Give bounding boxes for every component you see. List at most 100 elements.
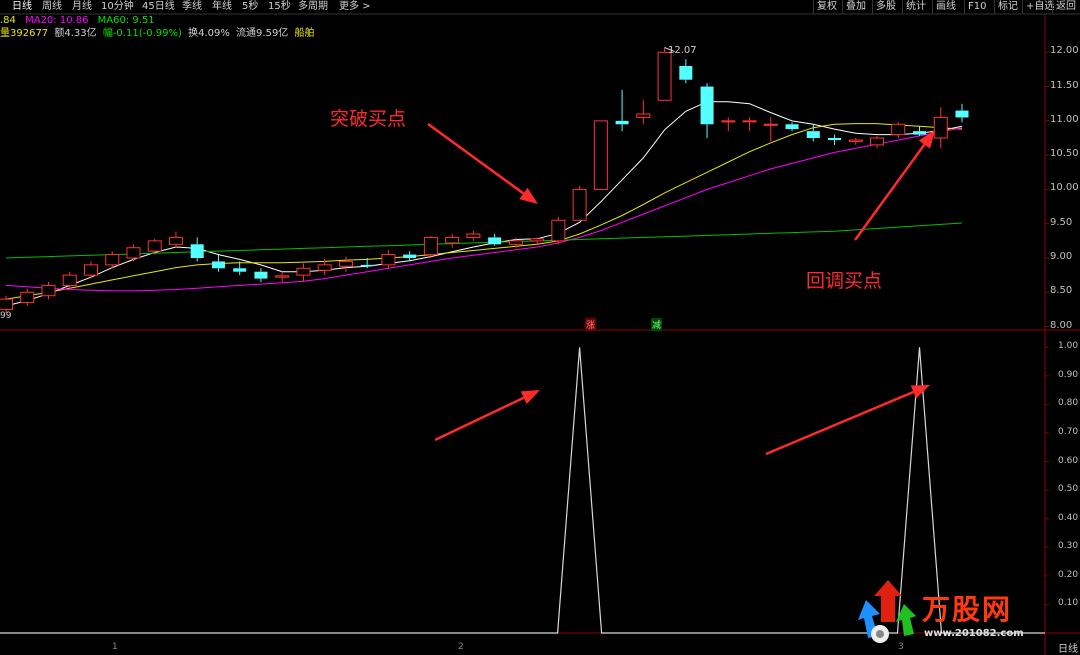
pullback-arrow <box>853 130 935 241</box>
stock-info-row: 量392677 额4.33亿 幅-0.11(-0.99%) 换4.09% 流通9… <box>0 28 315 40</box>
high-price-label: 12.07 <box>668 45 697 56</box>
indicator-tick-label: 0.60 <box>1058 455 1079 466</box>
tab-weekly[interactable]: 周线 <box>42 0 62 14</box>
tab-quarterly[interactable]: 季线 <box>182 0 202 14</box>
candle <box>338 256 353 272</box>
candle <box>572 186 587 221</box>
turnover-value: 换4.09% <box>188 28 230 39</box>
breakout-buy-label: 突破买点 <box>330 108 407 130</box>
candle-body <box>742 120 757 123</box>
ma-line-ma120 <box>5 222 963 259</box>
tab-monthly[interactable]: 月线 <box>72 0 92 14</box>
candle <box>955 103 969 123</box>
candle <box>891 122 906 138</box>
candle-body <box>913 131 927 135</box>
candle <box>62 271 77 289</box>
candle <box>466 230 481 241</box>
candle <box>848 138 863 145</box>
indicator-tick-label: 0.70 <box>1058 427 1079 437</box>
back-button[interactable]: 返回 <box>1052 0 1079 14</box>
candle-body <box>126 247 141 259</box>
arrow-shaft <box>427 122 525 195</box>
price-tick-label: 8.50 <box>1050 285 1073 297</box>
candle <box>147 238 162 255</box>
tab-45day[interactable]: 45日线 <box>142 0 175 14</box>
candle-body <box>955 110 969 118</box>
candle-body <box>317 264 332 271</box>
candle-body <box>275 275 290 278</box>
candle <box>870 135 885 149</box>
tab-more[interactable]: 更多 > <box>339 0 371 14</box>
ma-legend: .84 MA20: 10.86 MA60: 9.51 <box>0 15 155 27</box>
candle <box>423 236 438 258</box>
candle-body <box>83 264 98 276</box>
candle <box>317 259 332 276</box>
price-tick-label: 12.00 <box>1050 45 1079 57</box>
price-tick-label: 11.50 <box>1050 79 1079 91</box>
candle <box>933 107 948 149</box>
candle-body <box>657 51 672 101</box>
sector-label: 船舶 <box>294 28 315 39</box>
period-label: 日线 <box>1058 644 1078 655</box>
candle <box>445 234 460 248</box>
candle <box>700 83 714 138</box>
candle-body <box>870 137 885 146</box>
mark-button[interactable]: 标记 <box>994 0 1021 14</box>
ma10-value: .84 <box>0 15 16 26</box>
tab-5sec[interactable]: 5秒 <box>242 0 258 14</box>
arrow-shaft <box>853 143 926 241</box>
candle-body <box>233 268 247 272</box>
signal1-arrow <box>434 390 540 442</box>
tab-yearly[interactable]: 年线 <box>212 0 232 14</box>
pullback-buy-label: 回调买点 <box>806 270 883 292</box>
restore-rights-button[interactable]: 复权 <box>813 0 840 14</box>
price-tick-label: 8.00 <box>1050 319 1073 331</box>
draw-line-button[interactable]: 画线 <box>932 0 959 14</box>
arrow-head <box>520 390 540 405</box>
indicator-tick-label: 0.80 <box>1058 398 1079 409</box>
arrow-head <box>519 187 538 204</box>
reduce-marker: 减 <box>651 318 663 331</box>
tab-daily[interactable]: 日线 <box>12 0 32 14</box>
indicator-tick-label: 0.20 <box>1058 569 1079 580</box>
candle <box>20 288 35 306</box>
ma20-value: MA20: 10.86 <box>25 15 89 26</box>
tab-15sec[interactable]: 15秒 <box>268 0 291 14</box>
candle <box>381 249 396 269</box>
candle-body <box>41 284 56 297</box>
candle-body <box>190 244 204 258</box>
candle <box>254 268 268 282</box>
candle-body <box>360 264 374 267</box>
candle <box>742 117 757 132</box>
f10-button[interactable]: F10 <box>964 0 989 14</box>
candle <box>168 231 183 248</box>
price-tick-label: 10.50 <box>1050 148 1079 160</box>
tab-multi-period[interactable]: 多周期 <box>298 0 328 14</box>
candle-body <box>848 139 863 142</box>
x-tick-2: 2 <box>458 642 464 652</box>
candle <box>296 263 311 282</box>
candle <box>615 90 629 132</box>
candle <box>488 234 502 246</box>
tab-10min[interactable]: 10分钟 <box>101 0 134 14</box>
overlay-button[interactable]: 叠加 <box>842 0 869 14</box>
ma60-value: MA60: 9.51 <box>97 15 155 26</box>
candle <box>785 122 799 132</box>
candle-body <box>721 120 736 123</box>
candle-body <box>445 236 460 244</box>
statistics-button[interactable]: 统计 <box>902 0 929 14</box>
candle <box>83 261 98 279</box>
candle-body <box>572 188 587 221</box>
volume-value: 量392677 <box>0 28 49 39</box>
candle <box>508 237 523 248</box>
multi-stock-button[interactable]: 多股 <box>872 0 899 14</box>
indicator-tick-label: 0.30 <box>1058 541 1079 552</box>
candle-body <box>615 120 629 125</box>
kline-chart[interactable] <box>0 0 1080 655</box>
candle-body <box>530 238 545 242</box>
candle-body <box>763 123 778 126</box>
candle-body <box>785 124 799 130</box>
candle-body <box>700 86 714 125</box>
price-tick-label: 10.00 <box>1050 182 1079 194</box>
candle <box>403 251 417 262</box>
